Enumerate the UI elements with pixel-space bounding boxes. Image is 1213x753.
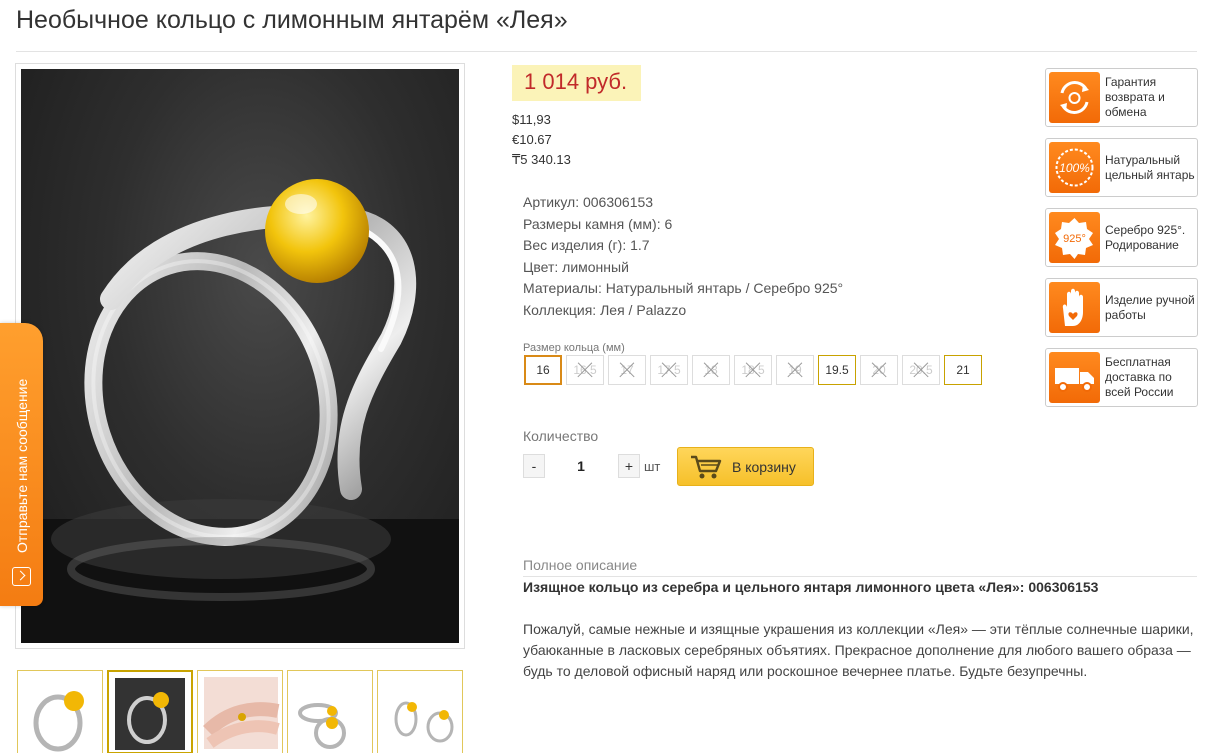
size-option: 16.5 [566, 355, 604, 385]
send-message-tab[interactable]: Отправьте нам сообщение [0, 323, 43, 606]
spec-weight: Вес изделия (г): 1.7 [523, 237, 650, 254]
size-option: 18.5 [734, 355, 772, 385]
size-caption: Размер кольца (мм) [523, 342, 625, 354]
description-divider [523, 576, 1197, 577]
feature-handmade-text: Изделие ручной работы [1105, 292, 1195, 322]
feature-return-text: Гарантия возврата и обмена [1105, 75, 1165, 119]
cart-icon [691, 455, 722, 478]
size-option: 18 [692, 355, 730, 385]
size-option: 20 [860, 355, 898, 385]
spec-color: Цвет: лимонный [523, 258, 629, 275]
main-product-image[interactable] [15, 63, 465, 649]
description-body: Пожалуй, самые нежные и изящные украшени… [523, 621, 1194, 679]
thumbnail-gallery [17, 670, 463, 753]
price: 1 014 руб. [512, 65, 641, 101]
add-to-cart-label: В корзину [732, 458, 796, 475]
thumbnail-3[interactable] [197, 670, 283, 753]
price-kzt: ₸5 340.13 [512, 152, 571, 167]
quantity-unit: шт [644, 459, 661, 474]
product-specs: Артикул: 006306153 Размеры камня (мм): 6… [523, 192, 843, 322]
feature-silver[interactable]: 925° Серебро 925°. Родирование [1045, 208, 1198, 267]
quantity-label: Количество [523, 428, 599, 444]
feature-return[interactable]: Гарантия возврата и обмена [1045, 68, 1198, 127]
spec-materials: Материалы: Натуральный янтарь / Серебро … [523, 280, 844, 297]
page-title: Необычное кольцо с лимонным янтарём «Лея… [16, 6, 568, 34]
size-option[interactable]: 21 [944, 355, 982, 385]
quantity-minus-button[interactable]: - [523, 454, 545, 478]
handmade-icon [1049, 282, 1100, 333]
spec-article: Артикул: 006306153 [523, 194, 654, 210]
svg-text:925°: 925° [1063, 233, 1086, 245]
spec-collection: Коллекция: Лея / Palazzo [523, 301, 687, 318]
size-option: 17.5 [650, 355, 688, 385]
send-message-label: Отправьте нам сообщение [14, 378, 30, 553]
quantity-plus-button[interactable]: + [618, 454, 640, 478]
feature-natural-amber-text: Натуральный цельный янтарь [1105, 152, 1195, 182]
title-divider [16, 51, 1197, 52]
quantity-input[interactable]: 1 [560, 454, 602, 478]
price-usd: $11,93 [512, 112, 551, 127]
thumbnail-1[interactable] [17, 670, 103, 753]
feature-handmade[interactable]: Изделие ручной работы [1045, 278, 1198, 337]
thumbnail-4[interactable] [287, 670, 373, 753]
size-option[interactable]: 16 [524, 355, 562, 385]
alt-prices: $11,93 €10.67 ₸5 340.13 [512, 110, 571, 170]
silver-925-icon: 925° [1049, 212, 1100, 263]
feature-silver-text: Серебро 925°. Родирование [1105, 222, 1186, 252]
free-delivery-icon [1049, 352, 1100, 403]
return-guarantee-icon [1049, 72, 1100, 123]
natural-amber-icon: 100% [1049, 142, 1100, 193]
feature-delivery[interactable]: Бесплатная доставка по всей России [1045, 348, 1198, 407]
price-eur: €10.67 [512, 132, 552, 147]
svg-text:100%: 100% [1059, 161, 1090, 175]
thumbnail-5[interactable] [377, 670, 463, 753]
feature-natural-amber[interactable]: 100% Натуральный цельный янтарь [1045, 138, 1198, 197]
feature-delivery-text: Бесплатная доставка по всей России [1105, 355, 1174, 399]
ring-photo [21, 179, 459, 643]
description-caption: Полное описание [523, 557, 638, 573]
spec-stone-size: Размеры камня (мм): 6 [523, 215, 673, 232]
chevron-right-icon [12, 567, 31, 586]
description-heading: Изящное кольцо из серебра и цельного янт… [523, 579, 1099, 595]
size-option[interactable]: 19.5 [818, 355, 856, 385]
size-option: 20.5 [902, 355, 940, 385]
thumbnail-2[interactable] [107, 670, 193, 753]
size-option: 19 [776, 355, 814, 385]
add-to-cart-button[interactable]: В корзину [677, 447, 814, 486]
feature-list: Гарантия возврата и обмена 100% Натураль… [1045, 68, 1198, 407]
size-option: 17 [608, 355, 646, 385]
size-selector: 16 16.5 17 17.5 18 18.5 19 19.5 20 20.5 … [524, 355, 982, 385]
